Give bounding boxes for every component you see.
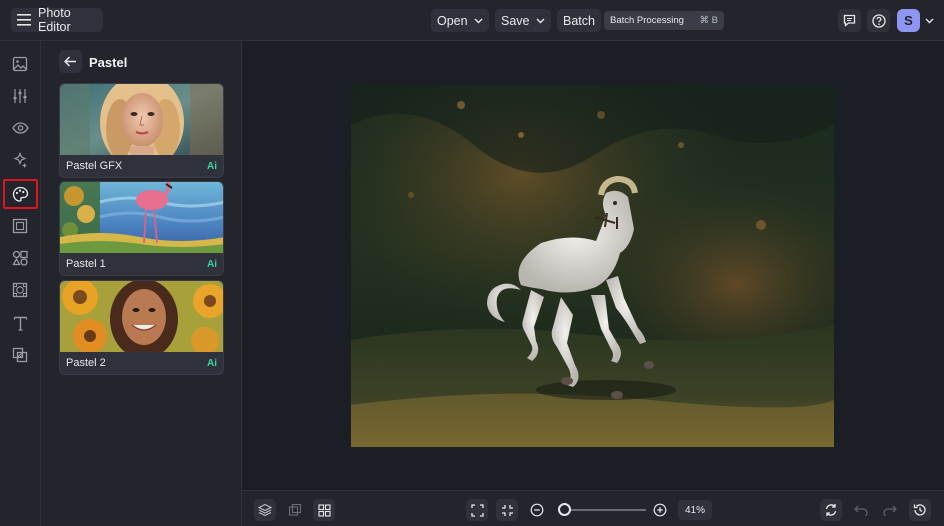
refresh-icon xyxy=(824,503,838,517)
zoom-in-button[interactable] xyxy=(649,499,671,521)
open-label: Open xyxy=(437,13,468,28)
zoom-slider-thumb[interactable] xyxy=(557,503,571,516)
batch-tooltip: Batch Processing ⌘ B xyxy=(604,11,724,30)
hamburger-icon xyxy=(17,14,31,26)
chat-icon xyxy=(843,14,856,27)
effect-label: Pastel GFX xyxy=(66,160,123,172)
effects-rail-button[interactable] xyxy=(3,179,38,209)
actual-size-button[interactable] xyxy=(496,499,518,521)
effect-thumbnail xyxy=(60,182,223,253)
image-icon[interactable] xyxy=(9,53,31,75)
canvas-photo[interactable] xyxy=(351,85,834,447)
question-icon xyxy=(871,13,886,28)
frame-icon[interactable] xyxy=(9,215,31,237)
undo-icon xyxy=(854,505,868,516)
texture-icon[interactable] xyxy=(9,279,31,301)
chevron-down-icon xyxy=(536,18,545,24)
user-avatar[interactable]: S xyxy=(897,9,920,32)
compare-button[interactable] xyxy=(284,499,306,521)
save-label: Save xyxy=(501,13,530,28)
zoom-out-button[interactable] xyxy=(526,499,548,521)
zoom-in-icon xyxy=(653,503,667,517)
avatar-initial: S xyxy=(904,13,913,28)
zoom-value[interactable]: 41% xyxy=(678,500,712,520)
effect-label: Pastel 1 xyxy=(66,258,106,270)
palette-icon xyxy=(12,186,29,203)
tooltip-text: Batch Processing xyxy=(610,15,684,26)
text-icon[interactable] xyxy=(9,312,31,334)
app-title: Photo Editor xyxy=(38,6,71,34)
undo-button[interactable] xyxy=(850,499,872,521)
ai-badge: Ai xyxy=(207,161,217,172)
redo-button[interactable] xyxy=(879,499,901,521)
chevron-down-icon[interactable] xyxy=(925,18,934,24)
magic-icon[interactable] xyxy=(9,149,31,171)
expand-icon xyxy=(470,503,484,517)
batch-label: Batch xyxy=(563,13,595,28)
help-button[interactable] xyxy=(867,9,890,32)
effect-card-pastel-2[interactable]: Pastel 2 Ai xyxy=(59,280,224,375)
effect-card-pastel-gfx[interactable]: Pastel GFX Ai xyxy=(59,83,224,178)
zoom-slider-track[interactable] xyxy=(558,509,646,511)
overlay-icon[interactable] xyxy=(9,344,31,366)
shapes-icon[interactable] xyxy=(9,247,31,269)
effect-card-pastel-1[interactable]: Pastel 1 Ai xyxy=(59,181,224,276)
eye-icon[interactable] xyxy=(9,117,31,139)
bottom-bar: 41% xyxy=(242,490,944,526)
arrow-left-icon xyxy=(64,56,77,67)
layers-button[interactable] xyxy=(254,499,276,521)
ai-badge: Ai xyxy=(207,259,217,270)
grid-view-button[interactable] xyxy=(313,499,335,521)
history-button[interactable] xyxy=(909,499,931,521)
sliders-icon[interactable] xyxy=(9,85,31,107)
zoom-out-icon xyxy=(530,503,544,517)
fit-screen-button[interactable] xyxy=(466,499,488,521)
ai-badge: Ai xyxy=(207,358,217,369)
back-button[interactable] xyxy=(59,50,82,73)
top-bar: Photo Editor Open Save Batch Batch Proce… xyxy=(0,0,944,41)
panel-title: Pastel xyxy=(89,55,128,70)
grid-icon xyxy=(317,503,331,517)
open-button[interactable]: Open xyxy=(431,9,489,32)
main-menu-button[interactable]: Photo Editor xyxy=(11,6,103,34)
effects-panel: Pastel Pastel GFX Ai Pastel 1 Ai Pastel … xyxy=(41,41,242,526)
feedback-button[interactable] xyxy=(838,9,861,32)
canvas-area xyxy=(242,41,944,490)
effect-label: Pastel 2 xyxy=(66,357,106,369)
effect-thumbnail xyxy=(60,84,223,155)
tooltip-shortcut: ⌘ B xyxy=(699,15,718,26)
chevron-down-icon xyxy=(474,18,483,24)
collapse-icon xyxy=(501,504,514,517)
reset-button[interactable] xyxy=(820,499,842,521)
save-button[interactable]: Save xyxy=(495,9,551,32)
history-icon xyxy=(913,503,927,517)
batch-button[interactable]: Batch xyxy=(557,9,601,32)
tool-rail xyxy=(0,41,41,526)
effect-thumbnail xyxy=(60,281,223,352)
redo-icon xyxy=(883,505,897,516)
layers-icon xyxy=(258,503,272,517)
compare-icon xyxy=(288,503,302,517)
